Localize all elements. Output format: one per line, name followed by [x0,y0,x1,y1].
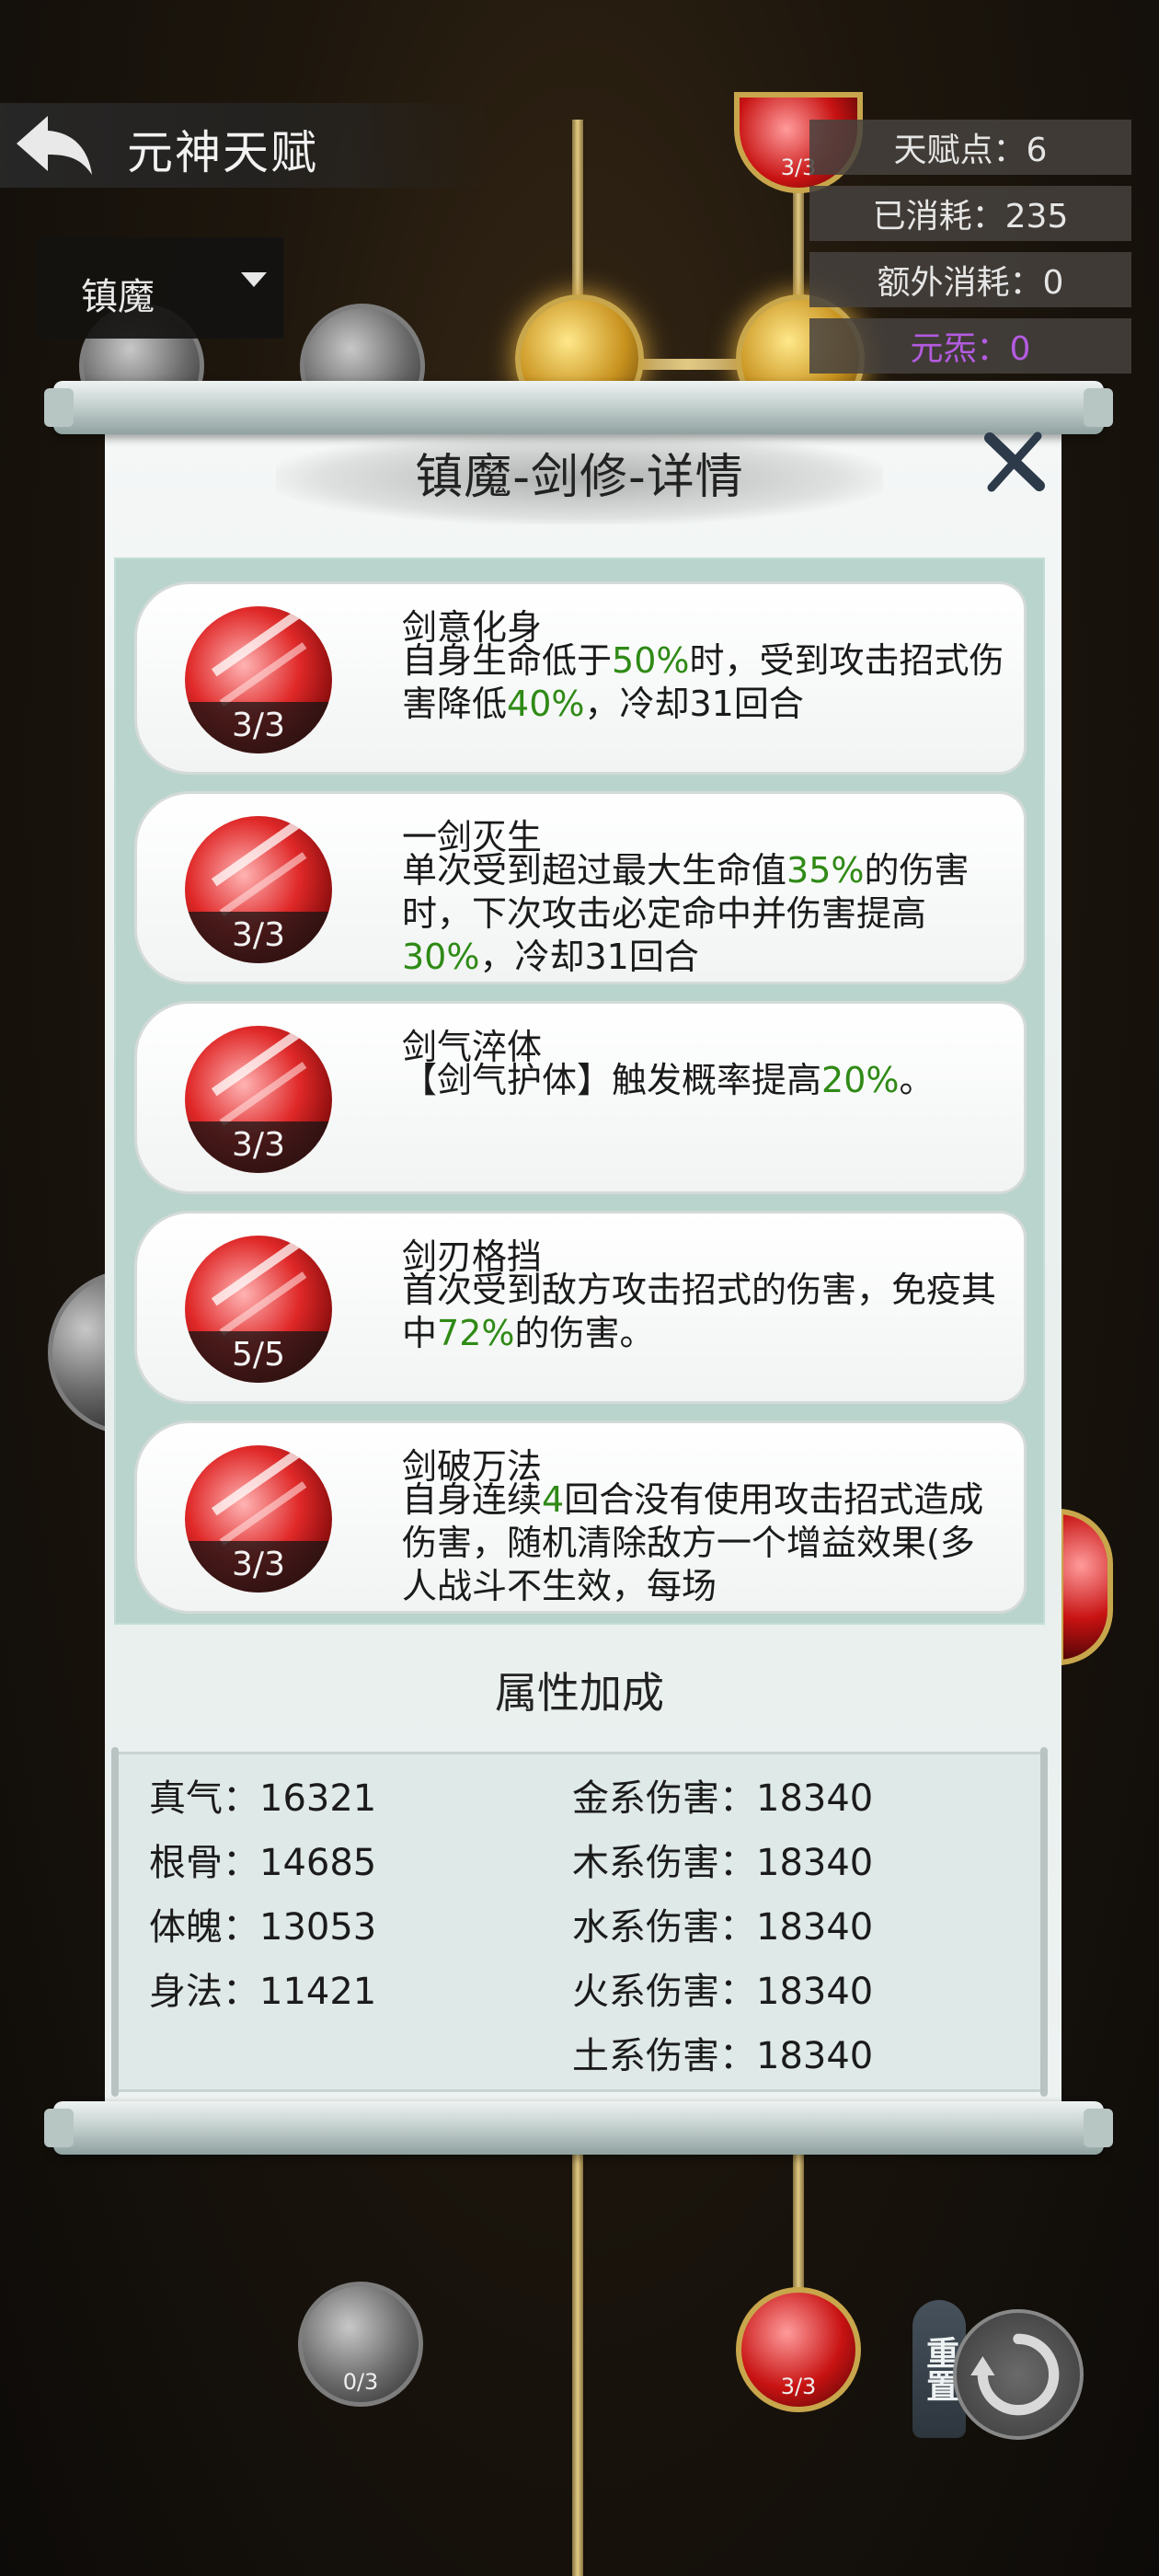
close-icon[interactable] [982,431,1047,495]
talent-list[interactable]: 3/3 剑意化身 自身生命低于50%时，受到攻击招式伤害降低40%，冷却31回合… [114,558,1045,1625]
chevron-down-icon [241,272,267,287]
attribute-tipo: 体魄：13053 [149,1906,377,1949]
highlight-value: 72% [437,1313,515,1353]
talent-card[interactable]: 3/3 剑破万法 自身连续4回合没有使用攻击招式造成伤害，随机清除敌方一个增益效… [134,1420,1027,1614]
talent-card[interactable]: 3/3 剑气淬体 【剑气护体】触发概率提高20%。 [134,1001,1027,1194]
tree-node-count: 0/3 [342,2369,379,2395]
highlight-value: 50% [612,640,690,681]
extra-consumed-counter: 额外消耗：0 [809,252,1131,307]
highlight-value: 30% [402,937,480,977]
description-text: ，冷却31回合 [584,684,804,724]
talent-description: 自身生命低于50%时，受到攻击招式伤害降低40%，冷却31回合 [402,639,1009,726]
tree-node-count: 3/3 [780,2374,817,2399]
reset-icon[interactable] [953,2309,1084,2440]
tree-node-red[interactable] [1058,1509,1113,1665]
talent-icon: 3/3 [185,606,332,753]
talent-card[interactable]: 3/3 一剑灭生 单次受到超过最大生命值35%的伤害时，下次攻击必定命中并伤害提… [134,791,1027,984]
talent-icon: 3/3 [185,1445,332,1593]
attribute-earth-damage: 土系伤害：18340 [572,2035,874,2077]
back-arrow-icon[interactable] [13,110,96,180]
talent-card[interactable]: 5/5 剑刃格挡 首次受到敌方攻击招式的伤害，免疫其中72%的伤害。 [134,1211,1027,1404]
talent-icon: 5/5 [185,1236,332,1383]
attribute-water-damage: 水系伤害：18340 [572,1906,874,1949]
description-text: 自身连续 [402,1479,543,1520]
talent-level: 3/3 [185,1121,332,1173]
talent-description: 自身连续4回合没有使用攻击招式造成伤害，随机清除敌方一个增益效果(多人战斗不生效… [402,1478,1009,1608]
description-text: 的伤害。 [514,1313,655,1353]
school-filter-dropdown[interactable] [37,237,283,339]
consumed-counter: 已消耗：235 [809,186,1131,241]
talent-level: 3/3 [185,912,332,963]
attribute-gengu: 根骨：14685 [149,1842,377,1884]
highlight-value: 35% [786,850,865,891]
tree-node-red[interactable]: 3/3 [736,2287,861,2412]
attribute-zhenqi: 真气：16321 [149,1777,377,1820]
talent-level: 3/3 [185,702,332,753]
description-text: 【剑气护体】触发概率提高 [402,1060,822,1100]
highlight-value: 40% [507,684,585,724]
highlight-value: 4 [542,1479,565,1520]
yuanling-counter: 元炁：0 [809,318,1131,374]
talent-icon: 3/3 [185,1026,332,1173]
page-title: 元神天赋 [127,126,318,179]
talent-level: 5/5 [185,1331,332,1383]
attribute-metal-damage: 金系伤害：18340 [572,1777,874,1820]
description-text: 自身生命低于 [402,640,613,681]
attribute-wood-damage: 木系伤害：18340 [572,1842,874,1884]
description-text: 单次受到超过最大生命值 [402,850,787,891]
scroll-rod-top [44,381,1113,434]
talent-level: 3/3 [185,1541,332,1593]
attributes-title: 属性加成 [495,1668,664,1718]
attribute-fire-damage: 火系伤害：18340 [572,1971,874,2013]
talent-description: 单次受到超过最大生命值35%的伤害时，下次攻击必定命中并伤害提高30%，冷却31… [402,849,1009,979]
highlight-value: 20% [821,1060,900,1100]
school-filter-value: 镇魔 [81,276,155,318]
talent-description: 【剑气护体】触发概率提高20%。 [402,1059,1009,1102]
attribute-shenfa: 身法：11421 [149,1971,377,2013]
tree-node-gray[interactable]: 0/3 [298,2282,423,2407]
talent-points-counter: 天赋点：6 [809,120,1131,175]
talent-icon: 3/3 [185,816,332,963]
scroll-rod-bottom [44,2101,1113,2155]
talent-description: 首次受到敌方攻击招式的伤害，免疫其中72%的伤害。 [402,1269,1009,1355]
description-text: 。 [899,1060,935,1100]
talent-card[interactable]: 3/3 剑意化身 自身生命低于50%时，受到攻击招式伤害降低40%，冷却31回合 [134,581,1027,775]
description-text: ，冷却31回合 [479,937,699,977]
